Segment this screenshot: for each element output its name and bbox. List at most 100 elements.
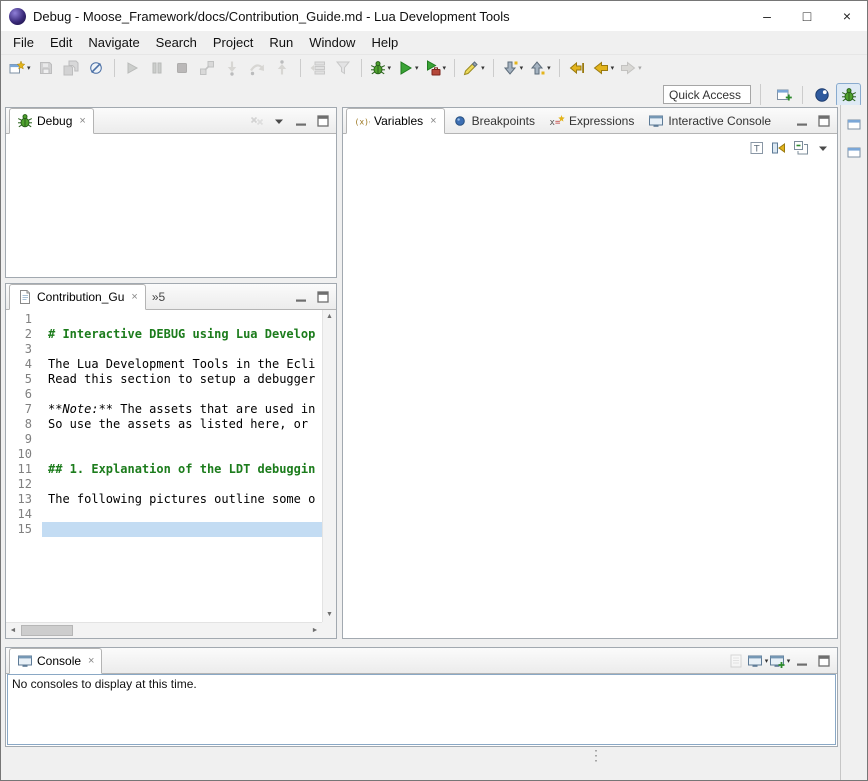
dropdown-arrow-icon[interactable]: ▾ [787, 657, 791, 665]
tab-breakpoints[interactable]: Breakpoints [445, 108, 542, 133]
line-number[interactable]: 15 [6, 522, 42, 537]
dropdown-arrow-icon[interactable]: ▾ [443, 64, 447, 72]
scroll-down-icon[interactable]: ▼ [323, 608, 336, 622]
line-number[interactable]: 3 [6, 342, 42, 357]
new-wizard-button[interactable]: ▾ [7, 57, 33, 80]
tab-console[interactable]: Console × [9, 648, 102, 674]
menu-window[interactable]: Window [301, 32, 363, 53]
menu-file[interactable]: File [5, 32, 42, 53]
editor-horizontal-scrollbar[interactable]: ◄ ► [6, 622, 322, 638]
minimize-view-button[interactable] [791, 651, 812, 672]
menu-help[interactable]: Help [363, 32, 406, 53]
maximize-view-button[interactable] [312, 287, 333, 308]
editor-line-2[interactable]: 2# Interactive DEBUG using Lua Develop [6, 327, 322, 342]
editor-lines[interactable]: 12# Interactive DEBUG using Lua Develop3… [6, 312, 322, 622]
maximize-window-button[interactable]: □ [787, 1, 827, 31]
menu-navigate[interactable]: Navigate [80, 32, 147, 53]
minimize-view-button[interactable] [791, 111, 812, 132]
run-button[interactable]: ▾ [395, 57, 421, 80]
tab-interactive-console[interactable]: Interactive Console [641, 108, 778, 133]
menu-search[interactable]: Search [148, 32, 205, 53]
editor-vertical-scrollbar[interactable]: ▲ ▼ [322, 310, 336, 622]
editor-line-14[interactable]: 14 [6, 507, 322, 522]
dropdown-arrow-icon[interactable]: ▾ [638, 64, 642, 72]
last-edit-location-button[interactable] [566, 57, 589, 80]
show-logical-structures-button[interactable] [768, 137, 789, 158]
editor-line-12[interactable]: 12 [6, 477, 322, 492]
line-number[interactable]: 14 [6, 507, 42, 522]
editor-line-7[interactable]: 7**Note:** The assets that are used in [6, 402, 322, 417]
scrollbar-thumb[interactable] [21, 625, 73, 636]
open-perspective-button[interactable] [771, 83, 796, 107]
dropdown-arrow-icon[interactable]: ▾ [388, 64, 392, 72]
tab-contribution-guide[interactable]: Contribution_Gu × [9, 284, 146, 310]
tab-expressions[interactable]: x=Expressions [542, 108, 641, 133]
mark-occurrences-button[interactable]: ▾ [461, 57, 487, 80]
sash-drag-handle[interactable]: ⋮ [589, 751, 603, 759]
editor-line-9[interactable]: 9 [6, 432, 322, 447]
skip-all-breakpoints-button[interactable] [85, 57, 108, 80]
variables-content[interactable] [343, 134, 837, 638]
minimize-view-button[interactable] [290, 287, 311, 308]
line-number[interactable]: 4 [6, 357, 42, 372]
menu-run[interactable]: Run [261, 32, 301, 53]
maximize-view-button[interactable] [813, 111, 834, 132]
menu-edit[interactable]: Edit [42, 32, 80, 53]
scroll-up-icon[interactable]: ▲ [323, 310, 336, 324]
console-content[interactable]: No consoles to display at this time. [7, 674, 836, 745]
tab-debug[interactable]: Debug × [9, 108, 94, 134]
open-console-button[interactable]: ▾ [769, 651, 790, 672]
close-icon[interactable]: × [131, 291, 137, 303]
dropdown-arrow-icon[interactable]: ▾ [520, 64, 524, 72]
line-number[interactable]: 5 [6, 372, 42, 387]
collapse-all-button[interactable] [790, 137, 811, 158]
close-icon[interactable]: × [88, 655, 94, 667]
editor-line-5[interactable]: 5Read this section to setup a debugger [6, 372, 322, 387]
next-annotation-button[interactable]: ▾ [500, 57, 526, 80]
close-window-button[interactable]: × [827, 1, 867, 31]
maximize-view-button[interactable] [312, 111, 333, 132]
line-number[interactable]: 10 [6, 447, 42, 462]
close-icon[interactable]: × [79, 115, 85, 127]
dropdown-arrow-icon[interactable]: ▾ [547, 64, 551, 72]
previous-annotation-button[interactable]: ▾ [527, 57, 553, 80]
quick-access-input[interactable] [663, 85, 751, 104]
close-icon[interactable]: × [430, 115, 436, 127]
editor-line-4[interactable]: 4The Lua Development Tools in the Ecli [6, 357, 322, 372]
dropdown-arrow-icon[interactable]: ▾ [765, 657, 769, 665]
show-type-names-button[interactable]: T [746, 137, 767, 158]
scroll-left-icon[interactable]: ◄ [6, 623, 20, 638]
debug-button[interactable]: ▾ [368, 57, 394, 80]
line-number[interactable]: 6 [6, 387, 42, 402]
editor-line-10[interactable]: 10 [6, 447, 322, 462]
minimized-view-2-button[interactable] [844, 141, 865, 162]
scroll-right-icon[interactable]: ► [308, 623, 322, 638]
line-number[interactable]: 8 [6, 417, 42, 432]
line-number[interactable]: 13 [6, 492, 42, 507]
editor-line-8[interactable]: 8So use the assets as listed here, or [6, 417, 322, 432]
editor-line-13[interactable]: 13The following pictures outline some o [6, 492, 322, 507]
dropdown-arrow-icon[interactable]: ▾ [481, 64, 485, 72]
line-number[interactable]: 11 [6, 462, 42, 477]
dropdown-arrow-icon[interactable]: ▾ [611, 64, 615, 72]
editor-line-11[interactable]: 11## 1. Explanation of the LDT debuggin [6, 462, 322, 477]
debug-content[interactable] [6, 134, 336, 277]
debug-perspective-button[interactable] [836, 83, 861, 107]
editor-overflow-tab[interactable]: »5 [146, 284, 171, 309]
line-number[interactable]: 7 [6, 402, 42, 417]
lua-perspective-button[interactable] [809, 83, 834, 107]
minimized-view-1-button[interactable] [844, 113, 865, 134]
dropdown-arrow-icon[interactable]: ▾ [27, 64, 31, 72]
editor-line-6[interactable]: 6 [6, 387, 322, 402]
display-selected-console-button[interactable]: ▾ [747, 651, 768, 672]
line-number[interactable]: 2 [6, 327, 42, 342]
line-number[interactable]: 9 [6, 432, 42, 447]
editor-line-1[interactable]: 1 [6, 312, 322, 327]
line-number[interactable]: 12 [6, 477, 42, 492]
dropdown-arrow-icon[interactable]: ▾ [415, 64, 419, 72]
view-menu-button[interactable] [268, 111, 289, 132]
view-menu-button[interactable] [812, 137, 833, 158]
maximize-view-button[interactable] [813, 651, 834, 672]
minimize-window-button[interactable]: – [747, 1, 787, 31]
tab-variables[interactable]: (x)=Variables× [346, 108, 445, 134]
